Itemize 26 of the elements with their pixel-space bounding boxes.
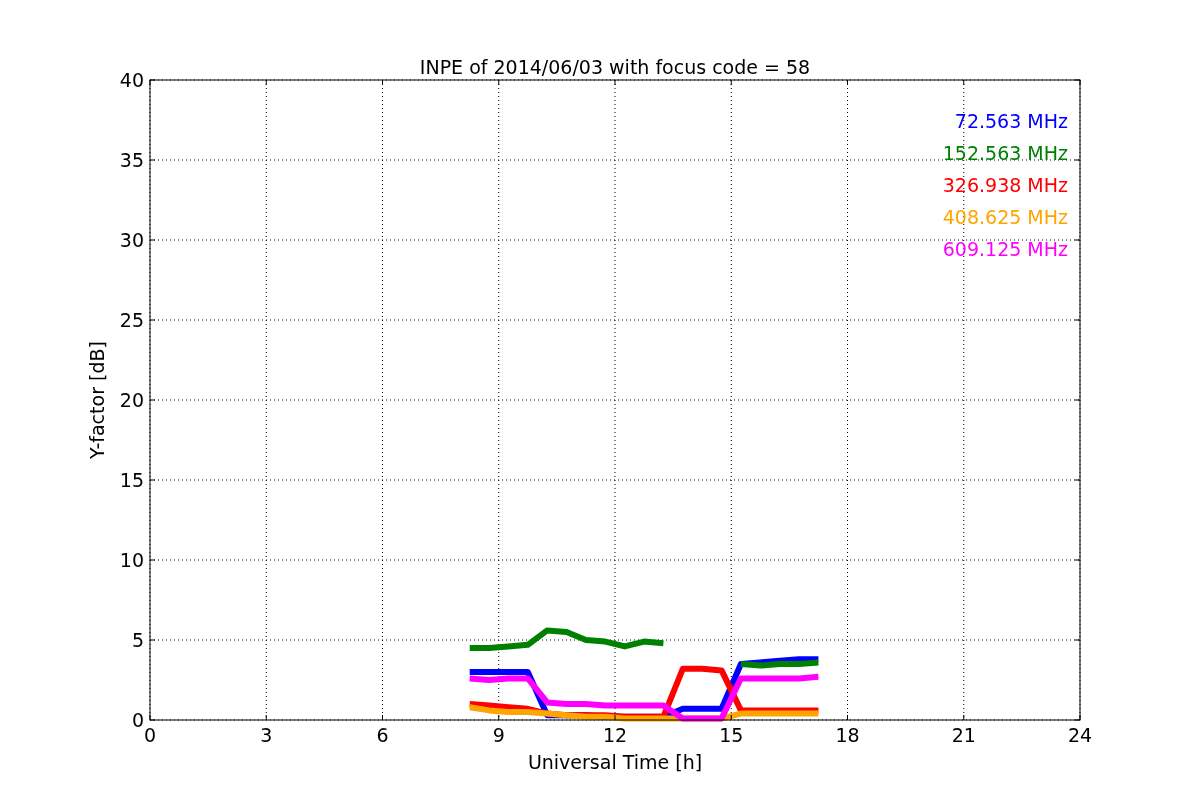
x-tick-label: 3 — [260, 724, 273, 746]
y-tick-label: 35 — [119, 149, 144, 171]
legend-label: 408.625 MHz — [942, 206, 1068, 228]
x-tick-label: 12 — [602, 724, 628, 746]
y-tick-label: 40 — [119, 69, 144, 91]
x-tick-label: 24 — [1067, 724, 1093, 746]
x-tick-label: 9 — [492, 724, 505, 746]
x-tick-label: 21 — [951, 724, 976, 746]
y-tick-label: 10 — [119, 549, 144, 571]
legend-label: 326.938 MHz — [942, 174, 1068, 196]
y-tick-label: 5 — [131, 629, 144, 651]
y-tick-label: 20 — [119, 389, 144, 411]
legend-label: 152.563 MHz — [942, 142, 1068, 164]
x-axis-label: Universal Time [h] — [527, 751, 703, 773]
y-tick-label: 25 — [119, 309, 144, 331]
chart-title: INPE of 2014/06/03 with focus code = 58 — [419, 56, 811, 78]
y-axis-label: Y-factor [dB] — [86, 341, 108, 459]
x-tick-label: 15 — [719, 724, 744, 746]
x-tick-label: 18 — [835, 724, 860, 746]
y-tick-label: 15 — [119, 469, 144, 491]
y-tick-label: 0 — [131, 709, 144, 731]
legend-label: 72.563 MHz — [954, 110, 1068, 132]
x-tick-label: 6 — [376, 724, 389, 746]
x-tick-label: 0 — [143, 724, 157, 746]
legend-label: 609.125 MHz — [942, 238, 1068, 260]
y-tick-label: 30 — [119, 229, 144, 251]
